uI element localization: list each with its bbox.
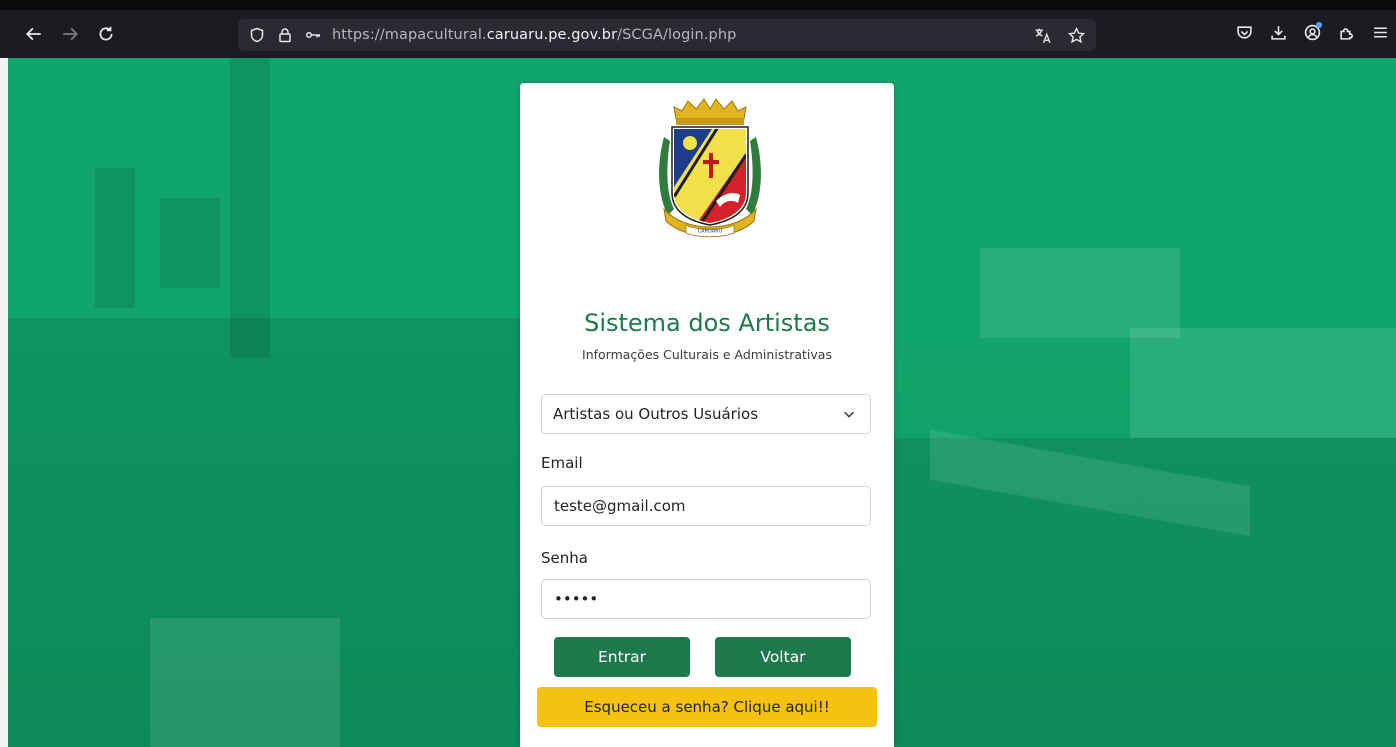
account-icon[interactable] — [1302, 22, 1322, 42]
browser-toolbar: https://mapacultural.caruaru.pe.gov.br/S… — [0, 0, 1396, 58]
building-shape — [160, 198, 220, 288]
lock-icon[interactable] — [276, 26, 294, 44]
back-arrow-icon[interactable] — [20, 20, 48, 48]
building-shape — [230, 58, 270, 358]
rooftop-shape — [150, 618, 340, 747]
building-shape — [95, 168, 135, 308]
login-card: CARUARU Sistema dos Artistas Informações… — [520, 83, 894, 747]
url-text[interactable]: https://mapacultural.caruaru.pe.gov.br/S… — [332, 27, 736, 43]
svg-text:CARUARU: CARUARU — [698, 229, 723, 235]
building-shape — [980, 248, 1180, 338]
page-edge — [0, 58, 8, 747]
translate-icon[interactable] — [1032, 25, 1052, 45]
email-label: Email — [541, 454, 583, 472]
back-button[interactable]: Voltar — [715, 637, 851, 677]
pocket-icon[interactable] — [1234, 22, 1254, 42]
enter-button[interactable]: Entrar — [554, 637, 690, 677]
reload-icon[interactable] — [92, 20, 120, 48]
user-type-selected-value: Artistas ou Outros Usuários — [553, 405, 759, 423]
page-background: CARUARU Sistema dos Artistas Informações… — [0, 58, 1396, 747]
menu-icon[interactable] — [1370, 22, 1390, 42]
password-label: Senha — [541, 549, 588, 567]
address-bar[interactable]: https://mapacultural.caruaru.pe.gov.br/S… — [238, 19, 1096, 51]
forgot-password-button[interactable]: Esqueceu a senha? Clique aqui!! — [537, 687, 877, 727]
shield-icon[interactable] — [248, 26, 266, 44]
city-crest-logo: CARUARU — [659, 98, 761, 238]
download-icon[interactable] — [1268, 22, 1288, 42]
star-icon[interactable] — [1066, 25, 1086, 45]
email-field[interactable]: teste@gmail.com — [541, 486, 871, 526]
extensions-icon[interactable] — [1336, 22, 1356, 42]
arena-shape — [1130, 328, 1396, 438]
key-icon[interactable] — [304, 26, 322, 44]
chevron-down-icon — [844, 411, 854, 418]
forward-arrow-icon[interactable] — [56, 20, 84, 48]
password-field[interactable]: ••••• — [541, 579, 871, 619]
user-type-select[interactable]: Artistas ou Outros Usuários — [541, 394, 871, 434]
page-title: Sistema dos Artistas — [584, 309, 830, 337]
page-subtitle: Informações Culturais e Administrativas — [582, 347, 832, 362]
